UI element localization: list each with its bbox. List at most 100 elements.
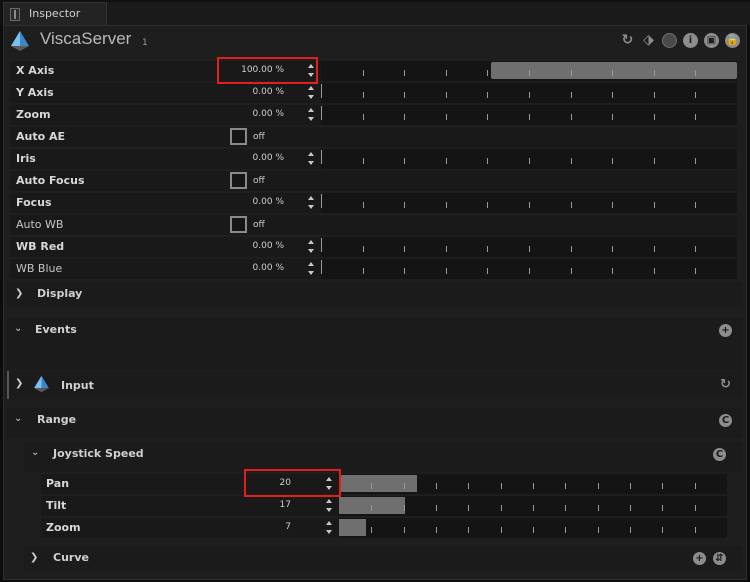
value-slider[interactable] [321, 193, 737, 213]
slider-tick [612, 202, 613, 208]
value-stepper[interactable] [325, 519, 333, 537]
slider-tick [571, 158, 572, 164]
add-icon[interactable]: + [719, 324, 732, 337]
slider-tick [662, 505, 663, 511]
slider-tick [487, 202, 488, 208]
value-slider[interactable] [339, 474, 727, 494]
slider-tick [630, 527, 631, 533]
slider-cursor [321, 238, 322, 252]
parameter-value[interactable]: 0.00 % [224, 197, 284, 207]
slider-tick [404, 114, 405, 120]
parameter-row: Auto WB off [11, 215, 737, 235]
slider-tick [501, 505, 502, 511]
section-display[interactable]: ❯ Display [7, 282, 743, 308]
slider-tick [571, 70, 572, 76]
slider-tick [446, 92, 447, 98]
chevron-down-icon[interactable]: ⌄ [14, 323, 22, 334]
slider-tick [695, 246, 696, 252]
slider-tick [529, 246, 530, 252]
value-stepper[interactable] [307, 194, 315, 212]
slider-tick [404, 527, 405, 533]
add-icon[interactable]: + [693, 552, 706, 565]
value-slider[interactable] [321, 259, 737, 279]
toggle-state: off [253, 220, 265, 230]
chevron-down-icon[interactable]: ⌄ [31, 447, 39, 458]
tag-icon[interactable]: ⬗ [641, 32, 656, 48]
value-stepper[interactable] [307, 84, 315, 102]
value-stepper[interactable] [307, 260, 315, 278]
slider-tick [598, 483, 599, 489]
parameter-value[interactable]: 0.00 % [224, 109, 284, 119]
parameter-row: WB Blue 0.00 % [11, 259, 737, 279]
parameter-value[interactable]: 0.00 % [224, 263, 284, 273]
slider-tick [695, 70, 696, 76]
slider-cursor [321, 150, 322, 164]
parameter-value[interactable]: 0.00 % [224, 87, 284, 97]
section-input[interactable]: ❯ Input ↻ [7, 371, 743, 399]
slider-tick [662, 483, 663, 489]
slider-tick [630, 483, 631, 489]
slider-tick [695, 158, 696, 164]
value-slider[interactable] [321, 105, 737, 125]
section-title: Joystick Speed [53, 447, 144, 460]
value-slider[interactable] [321, 149, 737, 169]
slider-tick [404, 505, 405, 511]
slider-tick [654, 158, 655, 164]
save-icon[interactable]: ▣ [704, 32, 719, 48]
toggle-checkbox[interactable] [230, 216, 247, 233]
value-slider[interactable] [321, 237, 737, 257]
slider-tick [533, 527, 534, 533]
slider-tick [598, 505, 599, 511]
value-slider[interactable] [321, 61, 737, 81]
value-stepper[interactable] [307, 238, 315, 256]
slider-cursor [321, 194, 322, 208]
toggle-checkbox[interactable] [230, 128, 247, 145]
value-stepper[interactable] [307, 106, 315, 124]
slider-tick [468, 505, 469, 511]
slider-tick [662, 527, 663, 533]
info-icon[interactable]: i [683, 32, 698, 48]
slider-tick [571, 92, 572, 98]
parameter-row: WB Red 0.00 % [11, 237, 737, 257]
parameter-label: WB Red [16, 240, 65, 253]
value-slider[interactable] [321, 83, 737, 103]
slider-tick [529, 202, 530, 208]
section-joystick-speed: ⌄ Joystick Speed C [24, 442, 743, 472]
value-slider[interactable] [339, 496, 727, 516]
refresh-icon[interactable]: ↻ [620, 32, 635, 48]
reset-icon[interactable]: C [713, 448, 726, 461]
slider-tick [598, 527, 599, 533]
parameter-row: Focus 0.00 % [11, 193, 737, 213]
copy-icon[interactable]: ⇵ [713, 552, 726, 565]
lock-icon[interactable]: 🔒 [725, 32, 740, 48]
chevron-down-icon[interactable]: ⌄ [14, 413, 22, 424]
highlight-box-x-axis [217, 57, 318, 84]
section-curve[interactable]: ❯ Curve + ⇵ [24, 546, 743, 572]
toggle-checkbox[interactable] [230, 172, 247, 189]
parameter-value[interactable]: 17 [231, 500, 291, 510]
section-events: ⌄ Events + [7, 318, 743, 370]
reset-icon[interactable]: C [719, 414, 732, 427]
input-module-icon [34, 375, 49, 393]
value-stepper[interactable] [307, 150, 315, 168]
value-stepper[interactable] [325, 497, 333, 515]
record-icon[interactable] [662, 32, 677, 48]
slider-tick [612, 268, 613, 274]
parameter-label: Auto WB [16, 218, 64, 231]
parameter-value[interactable]: 7 [231, 522, 291, 532]
value-slider[interactable] [339, 518, 727, 538]
parameter-value[interactable]: 0.00 % [224, 153, 284, 163]
refresh-icon[interactable]: ↻ [719, 377, 732, 392]
slider-tick [612, 246, 613, 252]
highlight-box-pan [244, 469, 341, 497]
tab-inspector[interactable]: Inspector [3, 2, 107, 25]
slider-tick [446, 158, 447, 164]
slider-tick [371, 505, 372, 511]
module-title[interactable]: ViscaServer [40, 29, 131, 49]
slider-tick [571, 202, 572, 208]
chevron-right-icon: ❯ [15, 288, 24, 299]
parameter-value[interactable]: 0.00 % [224, 241, 284, 251]
slider-tick [654, 268, 655, 274]
joystick-row: Tilt 17 [41, 496, 727, 516]
slider-cursor [321, 84, 322, 98]
